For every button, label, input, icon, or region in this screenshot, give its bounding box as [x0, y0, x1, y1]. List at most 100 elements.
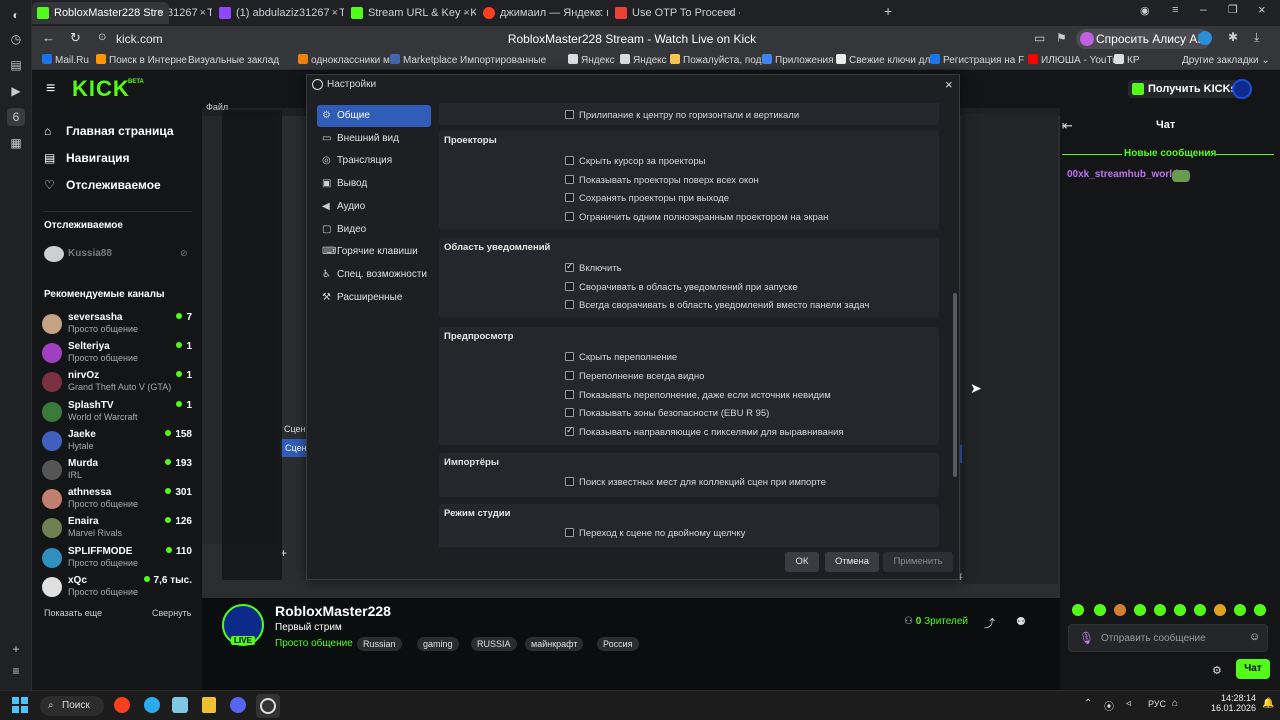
extensions-puzzle-icon[interactable]: ✱ — [1228, 30, 1238, 44]
bookmark-item[interactable]: Другие закладки ⌄ — [1182, 53, 1270, 69]
checkbox[interactable] — [565, 175, 574, 184]
bookmark-item[interactable]: Яндекс — [568, 53, 615, 69]
nav-browse[interactable]: ▤ Навигация — [44, 151, 130, 165]
option-checkbox[interactable]: Скрыть переполнение — [565, 352, 677, 363]
show-more-link[interactable]: Показать еще — [44, 608, 102, 618]
settings-nav-item[interactable]: ♿ Спец. возможности — [317, 264, 431, 286]
back-icon[interactable]: ← — [42, 30, 55, 45]
checkbox[interactable] — [565, 352, 574, 361]
close-tab-icon[interactable]: × — [200, 2, 206, 24]
option-checkbox[interactable]: Переполнение всегда видно — [565, 371, 704, 382]
url-field[interactable]: kick.com — [116, 32, 163, 46]
new-tab-icon[interactable]: + — [884, 3, 892, 19]
settings-nav-item[interactable]: ⚙ Общие — [317, 105, 431, 127]
telegram-icon[interactable] — [144, 697, 160, 713]
file-explorer-icon[interactable] — [202, 697, 216, 713]
option-checkbox[interactable]: Включить — [565, 261, 622, 274]
nav-following[interactable]: ♡ Отслеживаемое — [44, 178, 161, 192]
option-checkbox[interactable]: Показывать зоны безопасности (EBU R 95) — [565, 408, 769, 419]
checkbox-checked[interactable] — [565, 425, 574, 436]
checkbox[interactable] — [565, 390, 574, 399]
bookmark-item[interactable]: Приложения — [762, 53, 834, 69]
add-panel-icon[interactable]: + — [7, 640, 25, 658]
stream-tag[interactable]: RUSSIA — [471, 637, 517, 651]
checkbox[interactable] — [565, 371, 574, 380]
language-indicator[interactable]: РУС — [1148, 699, 1166, 709]
settings-nav-item[interactable]: ⚒ Расширенные — [317, 287, 431, 309]
site-info-icon[interactable]: ⊙ — [98, 32, 106, 43]
chat-username[interactable]: 00xk_streamhub_world: — [1067, 169, 1182, 180]
stream-tag[interactable]: Russian — [357, 637, 402, 651]
bookmark-item[interactable]: Импортированные — [460, 53, 546, 69]
close-tab-icon[interactable]: × — [157, 2, 163, 24]
discord-icon[interactable] — [230, 697, 246, 713]
channel-row[interactable]: SPLIFFMODE Просто общение 110 — [42, 546, 192, 574]
checkbox[interactable] — [565, 156, 574, 165]
followed-avatar[interactable] — [44, 246, 64, 262]
settings-nav-item[interactable]: ⌨ Горячие клавиши — [317, 241, 431, 263]
nav-home[interactable]: ⌂ Главная страница — [44, 124, 174, 138]
option-checkbox[interactable]: Всегда сворачивать в область уведомлений… — [565, 300, 869, 311]
browser-tab-active[interactable]: RobloxMaster228 Stre × — [32, 2, 170, 24]
cancel-button[interactable]: Отмена — [825, 552, 879, 572]
start-button[interactable] — [12, 697, 28, 713]
bookmark-item[interactable]: Свежие ключи дл — [836, 53, 930, 69]
channel-row[interactable]: SplashTV World of Warcraft 1 — [42, 400, 192, 428]
option-checkbox[interactable]: Скрыть курсор за проекторы — [565, 156, 706, 167]
settings-scrollbar[interactable] — [953, 293, 957, 477]
volume-tray-icon[interactable]: ◃ — [1126, 698, 1131, 709]
rail-settings-icon[interactable]: ≡ — [7, 662, 25, 680]
extension-icon[interactable] — [1198, 31, 1212, 45]
microphone-icon[interactable]: 🎙 — [1079, 631, 1094, 645]
bookmark-item[interactable]: одноклассники м — [298, 53, 390, 69]
checkbox[interactable] — [565, 300, 574, 309]
bookmark-icon[interactable]: ⚑ — [1056, 31, 1067, 45]
checkbox-checked[interactable] — [565, 261, 574, 272]
tab-count-icon[interactable]: 6 — [7, 108, 25, 126]
kick-logo[interactable]: KICK — [72, 76, 130, 102]
channel-row[interactable]: Jaeke Hytale 158 — [42, 429, 192, 457]
downloads-icon[interactable]: ⤓ — [1254, 30, 1259, 45]
share-icon[interactable]: ⤴ — [984, 615, 995, 631]
yandex-browser-icon[interactable] — [114, 697, 130, 713]
settings-nav-item[interactable]: ▭ Внешний вид — [317, 128, 431, 150]
alice-button[interactable]: Спросить Алису AI — [1076, 29, 1211, 49]
checkbox[interactable] — [565, 282, 574, 291]
menu-icon[interactable]: ≡ — [1172, 4, 1178, 16]
checkbox[interactable] — [565, 212, 574, 221]
tray-chevron-icon[interactable]: ⌃ — [1084, 698, 1092, 709]
checkbox[interactable] — [565, 528, 574, 537]
emote-icon[interactable] — [1094, 604, 1106, 616]
emote-icon[interactable] — [1194, 604, 1206, 616]
bookmark-item[interactable]: Mail.Ru — [42, 53, 89, 69]
chat-input[interactable]: 🎙 Отправить сообщение ☺ — [1068, 624, 1268, 652]
stream-tag[interactable]: майнкрафт — [525, 637, 584, 651]
history-icon[interactable]: ◷ — [7, 30, 25, 48]
stream-tag[interactable]: gaming — [417, 637, 459, 651]
browser-tab[interactable]: джимаил — Яндекс: нашл× — [478, 2, 608, 24]
channel-row[interactable]: Murda IRL 193 — [42, 458, 192, 486]
emote-icon[interactable] — [1234, 604, 1246, 616]
restore-icon[interactable]: ❐ — [1228, 3, 1238, 16]
bookmark-item[interactable]: Визуальные заклад — [188, 53, 279, 69]
bookmark-item[interactable]: Регистрация на F — [930, 53, 1024, 69]
settings-nav-item[interactable]: ▢ Видео — [317, 219, 431, 241]
checkbox[interactable] — [565, 477, 574, 486]
bookmark-item[interactable]: КР — [1114, 53, 1140, 69]
chat-send-button[interactable]: Чат — [1236, 659, 1270, 679]
user-avatar[interactable] — [1232, 79, 1252, 99]
obs-taskbar-button[interactable] — [256, 694, 280, 718]
close-dialog-icon[interactable]: × — [945, 77, 953, 92]
channel-row[interactable]: xQc Просто общение 7,6 тыс. — [42, 575, 192, 603]
emote-icon[interactable] — [1214, 604, 1226, 616]
option-checkbox[interactable]: Сворачивать в область уведомлений при за… — [565, 282, 798, 293]
bookmark-item[interactable]: ИЛЮША - YouTub — [1028, 53, 1123, 69]
option-checkbox[interactable]: Переход к сцене по двойному щелчку — [565, 528, 745, 539]
checkbox[interactable] — [565, 408, 574, 417]
follow-user-icon[interactable]: ⚉ — [1016, 615, 1026, 628]
collapse-chat-icon[interactable]: ⇤ — [1062, 118, 1073, 134]
option-checkbox[interactable]: Поиск известных мест для коллекций сцен … — [565, 477, 826, 488]
checkbox[interactable] — [565, 110, 574, 119]
snap-center-checkbox[interactable]: Прилипание к центру по горизонтали и вер… — [565, 110, 799, 121]
channel-row[interactable]: seversasha Просто общение 7 — [42, 312, 192, 340]
